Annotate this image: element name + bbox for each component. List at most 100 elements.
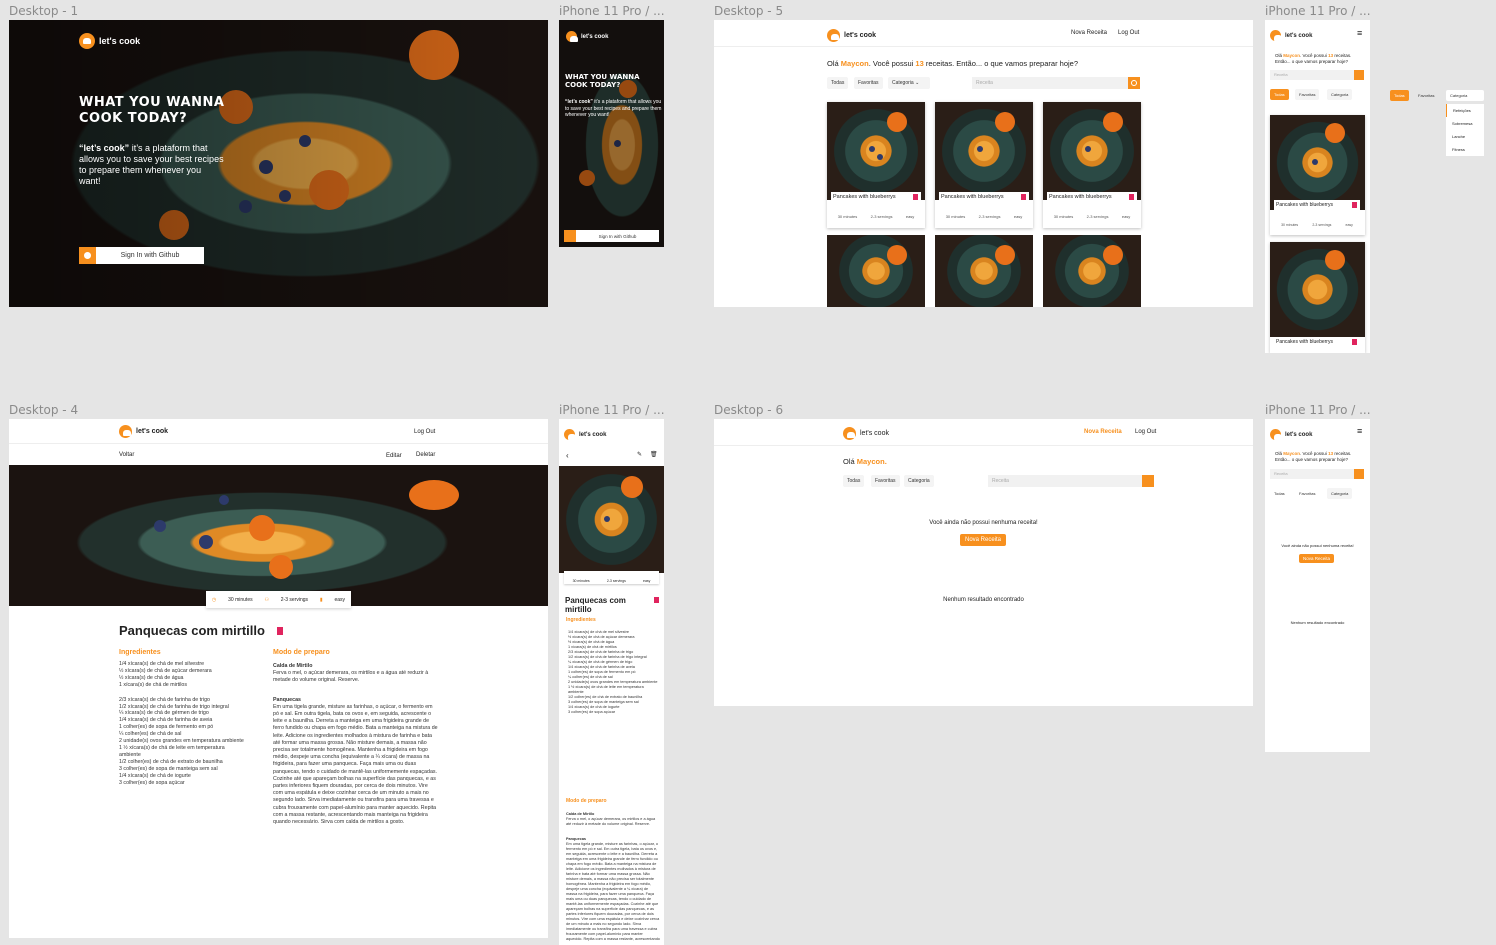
- empty-message: Você ainda não possui nenhuma receita!: [1281, 543, 1354, 548]
- nav-logout-link[interactable]: Log Out: [414, 429, 435, 435]
- filter-all[interactable]: Todas: [1390, 90, 1409, 101]
- filter-category-select[interactable]: Categoria ⌄: [888, 77, 930, 89]
- empty-message: Você ainda não possui nenhuma receita!: [929, 520, 1038, 526]
- recipe-card[interactable]: Pancakes with blueberrys 30 minutes 2-3 s…: [1270, 115, 1365, 235]
- github-signin-button-mobile[interactable]: Sign In with Github: [564, 230, 659, 242]
- recipe-detail-desktop: let's cook Log Out Voltar Editar Deletar…: [9, 419, 548, 938]
- category-option[interactable]: Fitness: [1446, 143, 1484, 156]
- empty-state-desktop: let's cook Nova Receita Log Out Olá Mayc…: [714, 419, 1253, 706]
- ingredient-item: ½ xícara(s) de chá de açúcar demerara: [119, 667, 212, 674]
- search-input[interactable]: Receita: [988, 475, 1142, 487]
- bookmark-icon[interactable]: [1129, 194, 1134, 200]
- filter-favorites[interactable]: Favoritas: [1295, 89, 1320, 100]
- nav-new-recipe-link[interactable]: Nova Receita: [1071, 30, 1107, 36]
- category-option[interactable]: Sobremesa: [1446, 117, 1484, 130]
- github-signin-button[interactable]: Sign In with Github: [79, 247, 204, 264]
- nav-logout-link[interactable]: Log Out: [1135, 429, 1156, 435]
- recipe-card-image[interactable]: [827, 235, 925, 307]
- logo[interactable]: let's cook: [79, 32, 140, 50]
- filter-all[interactable]: Todas: [827, 77, 849, 89]
- logo[interactable]: let's cook: [1270, 426, 1312, 444]
- ingredient-item: 1 colher(es) de sopa de fermento em pó: [119, 724, 214, 731]
- filter-favorites[interactable]: Favoritas: [871, 475, 900, 487]
- search-button[interactable]: [1142, 475, 1154, 487]
- menu-icon[interactable]: ≡: [1357, 426, 1362, 436]
- ingredient-item: 2/3 xícara(s) de chá de farinha de trigo: [119, 696, 210, 703]
- ingredient-item: ½ xícara(s) de chá de água: [119, 674, 184, 681]
- back-link[interactable]: Voltar: [119, 452, 134, 458]
- recipe-card-image[interactable]: [1043, 235, 1141, 307]
- back-arrow-icon[interactable]: ‹: [566, 451, 569, 460]
- recipe-card-image[interactable]: [935, 235, 1033, 307]
- top-nav: let's cook Nova Receita Log Out: [714, 419, 1253, 446]
- github-icon: [79, 247, 96, 264]
- logo[interactable]: let's cook: [119, 423, 168, 441]
- no-results-message: Nenhum resultado encontrado: [943, 597, 1024, 603]
- ingredient-item: 1/4 xícara(s) de chá de mel silvestre: [119, 661, 205, 667]
- recipe-card[interactable]: Pancakes with blueberrys 30 minutes 2-3 s…: [935, 102, 1033, 228]
- filter-favorites[interactable]: Favoritas: [1414, 90, 1438, 101]
- search-input[interactable]: Receita: [1270, 70, 1354, 80]
- new-recipe-button[interactable]: Nova Receita: [1299, 554, 1335, 563]
- filter-category-select[interactable]: Categoria: [904, 475, 934, 487]
- ingredient-item: 1/2 colher(es) de chá de extrato de baun…: [119, 758, 223, 765]
- top-nav: let's cook Nova Receita Log Out: [714, 20, 1253, 47]
- landing-tagline: “let’s cook” it’s a plataform that allow…: [79, 143, 224, 186]
- bookmark-icon[interactable]: [276, 627, 283, 635]
- filter-all[interactable]: Todas: [843, 475, 865, 487]
- delete-link[interactable]: Deletar: [416, 452, 435, 458]
- greeting: Olá Maycon.: [843, 457, 887, 466]
- recipe-card[interactable]: Pancakes with blueberrys 30 minutes 2-3 s…: [1043, 102, 1141, 228]
- logo[interactable]: let's cook: [843, 425, 889, 443]
- search-button[interactable]: [1354, 469, 1364, 479]
- card-meta: 30 minutes 2-3 servings easy: [837, 214, 915, 219]
- method-heading: Modo de preparo: [273, 649, 330, 656]
- people-icon: ⚇: [264, 596, 269, 603]
- bookmark-icon[interactable]: [1021, 194, 1026, 200]
- landing-headline: WHAT YOU WANNA COOK TODAY?: [79, 95, 225, 126]
- filter-all[interactable]: Todas: [1270, 89, 1289, 100]
- menu-icon[interactable]: ≡: [1357, 28, 1362, 38]
- bookmark-icon[interactable]: [913, 194, 918, 200]
- frame-label-mobile-4: iPhone 11 Pro / ...: [559, 403, 665, 417]
- filter-favorites[interactable]: Favoritas: [1295, 488, 1319, 499]
- filter-category-select[interactable]: Categoria: [1327, 488, 1353, 499]
- recipe-hero-image: [9, 465, 548, 606]
- trash-icon[interactable]: 🗑: [650, 451, 658, 458]
- nav-new-recipe-link[interactable]: Nova Receita: [1084, 429, 1122, 435]
- logo[interactable]: let's cook: [1270, 27, 1312, 45]
- category-option[interactable]: Lanche: [1446, 130, 1484, 143]
- search-button[interactable]: [1128, 77, 1140, 89]
- ingredient-item: 1/4 xícara(s) de chá de iogurte: [119, 772, 191, 779]
- filter-favorites[interactable]: Favoritas: [854, 77, 883, 89]
- edit-icon[interactable]: ✎: [637, 451, 642, 458]
- edit-link[interactable]: Editar: [386, 453, 402, 459]
- greeting: Olá Maycon. Você possui 13 receitas. Ent…: [1275, 53, 1352, 64]
- logo[interactable]: let's cook: [827, 27, 876, 45]
- logo-mobile[interactable]: let's cook: [566, 28, 608, 46]
- new-recipe-button[interactable]: Nova Receita: [960, 534, 1007, 546]
- filter-category-select[interactable]: Categoria: [1446, 90, 1484, 101]
- bookmark-icon[interactable]: [654, 597, 659, 603]
- chef-hat-icon: [79, 32, 95, 49]
- card-title: Pancakes with blueberrys: [1274, 200, 1360, 210]
- search-input[interactable]: Receita: [972, 77, 1128, 89]
- logo[interactable]: let's cook: [564, 426, 606, 444]
- no-results-message: Nenhum resultado encontrado: [1290, 620, 1345, 625]
- filter-category-select[interactable]: Categoria: [1327, 89, 1353, 100]
- ingredient-item: 2 unidade(s) ovos grandes em temperatura…: [119, 738, 244, 745]
- recipe-card[interactable]: Pancakes with blueberrys 30 minutes 2-3 s…: [827, 102, 925, 228]
- nav-logout-link[interactable]: Log Out: [1118, 30, 1139, 36]
- search-input[interactable]: Receita: [1270, 469, 1354, 479]
- bookmark-icon[interactable]: [1352, 339, 1357, 345]
- ingredient-item: ¼ colher(es) de chá de sal: [119, 731, 182, 738]
- bookmark-icon[interactable]: [1352, 202, 1357, 208]
- ingredient-item: ¼ xícara(s) de chá de gérmen de trigo: [119, 710, 209, 717]
- category-option[interactable]: Refeições: [1446, 104, 1484, 117]
- greeting: Olá Maycon. Você possui 13 receitas. Ent…: [827, 59, 1079, 68]
- recipe-card[interactable]: Pancakes with blueberrys: [1270, 242, 1365, 353]
- search-button[interactable]: [1354, 70, 1364, 80]
- ingredient-item: 1/4 xícara(s) de chá de farinha de aveia: [119, 717, 213, 724]
- card-meta: 30 minutes 2-3 servings easy: [1053, 214, 1131, 219]
- filter-all[interactable]: Todas: [1270, 488, 1289, 499]
